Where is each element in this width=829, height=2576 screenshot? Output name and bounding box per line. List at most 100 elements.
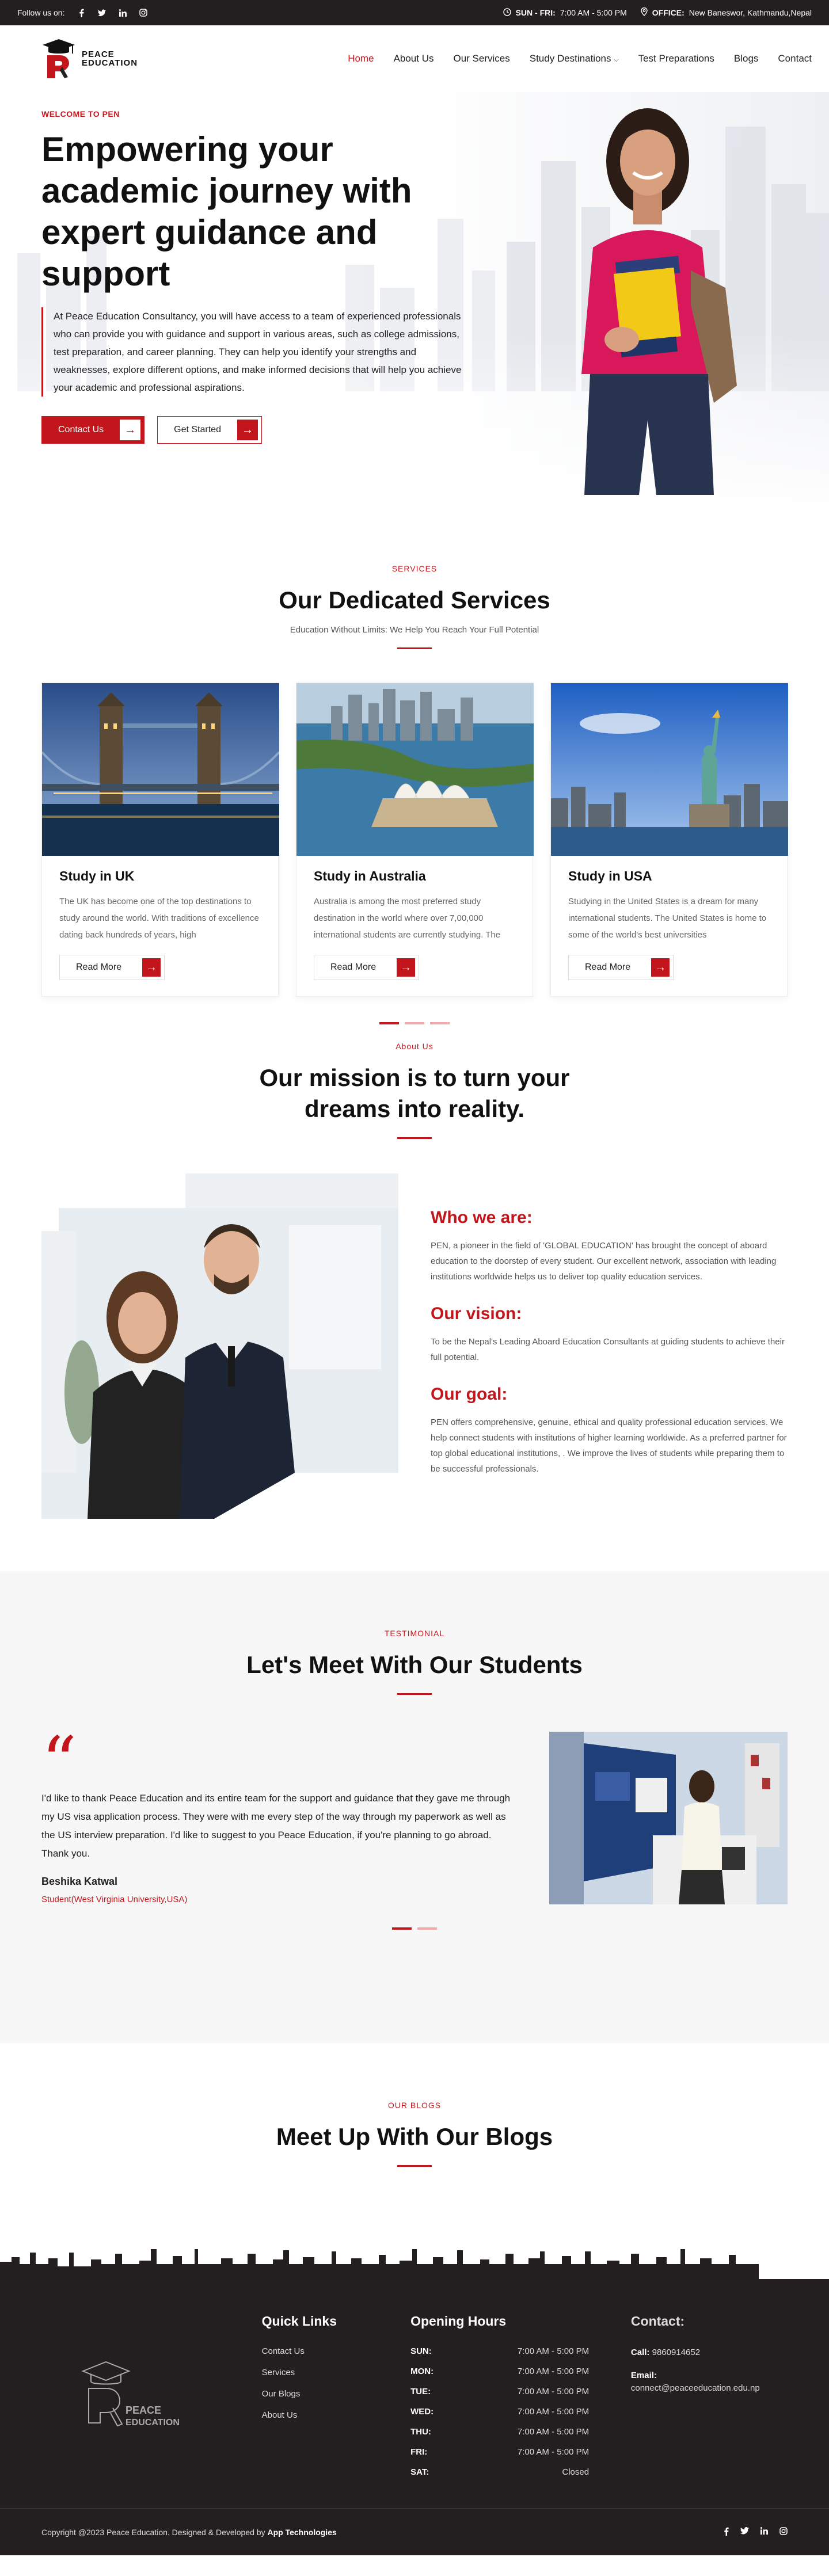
arrow-right-icon: →: [237, 420, 258, 440]
carousel-dot[interactable]: [392, 1927, 412, 1930]
logo-wordmark: PEACE EDUCATION: [82, 50, 138, 67]
logo-line1: PEACE: [82, 49, 115, 59]
email-link[interactable]: connect@peaceeducation.edu.np: [631, 2383, 760, 2393]
services-section: SERVICES Our Dedicated Services Educatio…: [0, 518, 829, 1042]
facebook-icon[interactable]: [77, 9, 85, 17]
opening-hours-title: Opening Hours: [410, 2314, 507, 2329]
graduation-cap-logo-icon: PEACE EDUCATION: [81, 2361, 180, 2428]
card-description: Australia is among the most preferred st…: [314, 897, 501, 940]
about-title-line1: Our mission is to turn your: [259, 1064, 570, 1091]
card-title: Study in USA: [568, 868, 652, 883]
footer-logo-line1: PEACE: [126, 2404, 161, 2416]
footer-link-services[interactable]: Services: [262, 2368, 410, 2377]
testimonial-section: TESTIMONIAL Let's Meet With Our Students…: [0, 1571, 829, 2043]
hero-title: Empowering your academic journey with ex…: [41, 130, 412, 293]
site-footer: PEACE EDUCATION Quick Links Contact Us S…: [0, 2279, 829, 2555]
site-logo[interactable]: PEACE EDUCATION: [39, 38, 138, 79]
facebook-icon[interactable]: [724, 2527, 729, 2537]
instagram-icon[interactable]: [779, 2527, 788, 2537]
nav-study-destinations[interactable]: Study Destinations ⌵: [530, 53, 619, 64]
nav-blogs[interactable]: Blogs: [734, 53, 759, 64]
main-navigation: PEACE EDUCATION Home About Us Our Servic…: [0, 25, 829, 92]
sydney-opera-house-image: [296, 683, 534, 856]
about-title: Our mission is to turn your dreams into r…: [41, 1062, 788, 1125]
footer-link-about-us[interactable]: About Us: [262, 2410, 410, 2420]
follow-label: Follow us on:: [17, 8, 65, 17]
carousel-dots: [41, 1022, 788, 1024]
read-more-button[interactable]: Read More →: [59, 955, 165, 980]
office-info: OFFICE: New Baneswor, Kathmandu,Nepal: [641, 7, 812, 18]
card-title: Study in Australia: [314, 868, 426, 883]
footer-logo[interactable]: PEACE EDUCATION: [77, 2314, 262, 2487]
get-started-button[interactable]: Get Started →: [157, 416, 262, 444]
read-more-label: Read More: [330, 962, 377, 972]
nav-test-preparations[interactable]: Test Preparations: [638, 53, 714, 64]
opening-hours-info: SUN - FRI: 7:00 AM - 5:00 PM: [503, 7, 627, 18]
hours-value: 7:00 AM - 5:00 PM: [560, 8, 627, 17]
logo-line2: EDUCATION: [82, 58, 138, 68]
nav-contact[interactable]: Contact: [778, 53, 812, 64]
card-title: Study in UK: [59, 868, 135, 883]
title-underline: [397, 1137, 432, 1139]
social-follow: Follow us on:: [17, 8, 148, 17]
hours-time: Closed: [562, 2467, 590, 2477]
services-title: Our Dedicated Services: [279, 586, 550, 613]
contact-us-button[interactable]: Contact Us →: [41, 416, 145, 444]
testimonial-content: “ I'd like to thank Peace Education and …: [41, 1728, 519, 1905]
hours-day: TUE:: [410, 2387, 431, 2396]
copyright-label: Copyright @2023 Peace Education. Designe…: [41, 2527, 265, 2537]
developer-link[interactable]: App Technologies: [267, 2528, 336, 2537]
twitter-icon[interactable]: [740, 2527, 749, 2537]
arrow-right-icon: →: [120, 420, 141, 440]
carousel-dot[interactable]: [430, 1022, 450, 1024]
hero-description: At Peace Education Consultancy, you will…: [41, 307, 473, 397]
student-photo: [549, 1732, 788, 1904]
student-university: Student(West Virginia University,USA): [41, 1895, 188, 1904]
carousel-dot[interactable]: [417, 1927, 437, 1930]
hours-time: 7:00 AM - 5:00 PM: [517, 2387, 590, 2396]
hours-time: 7:00 AM - 5:00 PM: [517, 2346, 590, 2356]
title-underline: [397, 647, 432, 649]
testimonial-message: I'd like to thank Peace Education and it…: [41, 1793, 511, 1859]
copyright-text: Copyright @2023 Peace Education. Designe…: [41, 2528, 337, 2537]
call-label: Call:: [630, 2348, 650, 2357]
copyright-bar: Copyright @2023 Peace Education. Designe…: [0, 2508, 829, 2555]
card-description: Studying in the United States is a dream…: [568, 897, 767, 940]
contact-title: Contact:: [630, 2314, 685, 2329]
carousel-dot[interactable]: [379, 1022, 399, 1024]
read-more-button[interactable]: Read More →: [314, 955, 420, 980]
hours-label: SUN - FRI:: [515, 8, 556, 17]
nav-home[interactable]: Home: [348, 53, 374, 64]
contact-us-label: Contact Us: [58, 425, 104, 435]
nav-about-us[interactable]: About Us: [394, 53, 434, 64]
footer-link-contact-us[interactable]: Contact Us: [262, 2346, 410, 2356]
footer-link-our-blogs[interactable]: Our Blogs: [262, 2389, 410, 2399]
hours-row: SAT: Closed: [410, 2467, 589, 2477]
hours-row: THU: 7:00 AM - 5:00 PM: [410, 2427, 589, 2437]
phone-link[interactable]: 9860914652: [652, 2348, 700, 2357]
twitter-icon[interactable]: [98, 9, 107, 17]
hours-row: TUE: 7:00 AM - 5:00 PM: [410, 2387, 589, 2396]
vision-text: To be the Nepal's Leading Aboard Educati…: [431, 1337, 785, 1362]
read-more-label: Read More: [76, 962, 122, 972]
footer-social: [724, 2527, 788, 2537]
blogs-tag: OUR BLOGS: [387, 2101, 442, 2110]
read-more-button[interactable]: Read More →: [568, 955, 674, 980]
instagram-icon[interactable]: [139, 9, 148, 17]
goal-heading: Our goal:: [431, 1385, 508, 1404]
nav-links: Home About Us Our Services Study Destina…: [348, 53, 812, 64]
top-bar: Follow us on: SUN - FRI: 7:00 AM - 5:00 …: [0, 0, 829, 25]
statue-of-liberty-image: [551, 683, 788, 856]
hero-section: WELCOME TO PEN Empowering your academic …: [0, 92, 829, 518]
nav-our-services[interactable]: Our Services: [454, 53, 510, 64]
get-started-label: Get Started: [174, 425, 221, 435]
linkedin-icon[interactable]: [760, 2527, 768, 2537]
hours-day: THU:: [410, 2427, 431, 2437]
quick-links: Quick Links Contact Us Services Our Blog…: [262, 2314, 410, 2487]
hours-time: 7:00 AM - 5:00 PM: [517, 2367, 590, 2376]
carousel-dot[interactable]: [405, 1022, 424, 1024]
arrow-right-icon: →: [142, 958, 161, 977]
linkedin-icon[interactable]: [119, 9, 127, 17]
service-card-australia: Study in Australia Australia is among th…: [296, 683, 534, 997]
hours-day: WED:: [410, 2407, 434, 2417]
